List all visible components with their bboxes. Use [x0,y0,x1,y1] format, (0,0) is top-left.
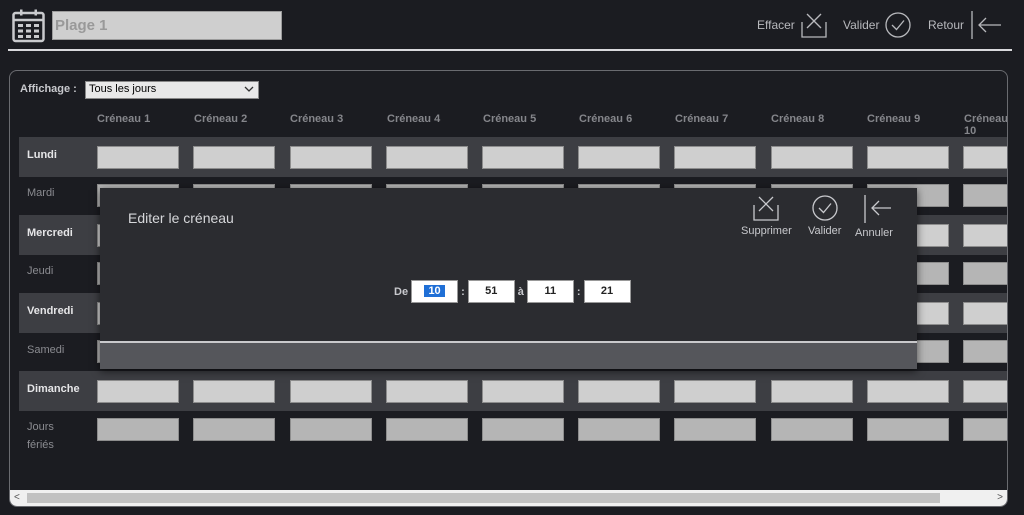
calendar-icon [12,9,45,43]
scroll-right-icon[interactable]: > [997,492,1003,503]
column-header: Créneau 10 [964,113,1008,137]
slot-cell[interactable] [867,380,949,403]
slot-cell[interactable] [482,146,564,169]
slot-cell[interactable] [674,146,756,169]
day-label-jeudi: Jeudi [27,265,54,277]
day-label-mercredi: Mercredi [27,227,73,239]
clear-label: Effacer [757,18,795,32]
slot-cell[interactable] [386,380,468,403]
column-header: Créneau 5 [483,113,537,125]
day-label-dimanche: Dimanche [27,383,80,395]
slot-cell[interactable] [963,224,1007,247]
cancel-button[interactable]: Annuler [855,194,893,239]
slot-cell[interactable] [963,302,1007,325]
slot-cell[interactable] [578,380,660,403]
column-header: Créneau 4 [387,113,441,125]
display-filter-select[interactable]: Tous les jours [85,81,259,99]
scroll-left-icon[interactable]: < [14,492,20,503]
slot-cell[interactable] [963,146,1007,169]
slot-cell[interactable] [963,418,1007,441]
slot-cell[interactable] [963,340,1007,363]
end-minute-input[interactable]: 21 [583,280,631,303]
slot-cell[interactable] [290,380,372,403]
delete-button[interactable]: Supprimer [741,194,792,237]
display-filter-label: Affichage : [20,83,77,95]
slot-cell[interactable] [578,418,660,441]
slot-cell[interactable] [290,418,372,441]
delete-x-box-icon [753,196,780,221]
day-label-lundi: Lundi [27,149,57,161]
end-hour-input[interactable]: 11 [526,280,574,303]
slot-cell[interactable] [193,380,275,403]
slot-cell[interactable] [386,146,468,169]
check-circle-icon [812,195,838,221]
dialog-title: Editer le créneau [128,210,234,226]
from-label: De [394,285,409,298]
horizontal-scrollbar[interactable]: < > [10,490,1007,506]
start-minute-input[interactable]: 51 [467,280,515,303]
slot-cell[interactable] [867,418,949,441]
slot-cell[interactable] [771,380,853,403]
arrow-left-icon [864,195,891,223]
slot-cell[interactable] [97,418,179,441]
column-header: Créneau 8 [771,113,825,125]
slot-cell[interactable] [290,146,372,169]
back-button[interactable]: Retour [928,10,1003,40]
clear-button[interactable]: Effacer [757,10,828,40]
schedule-name-input[interactable]: Plage 1 [52,11,282,40]
to-label: à [517,285,524,298]
dialog-footer [100,341,917,369]
colon-separator: : [576,285,581,298]
scrollbar-thumb[interactable] [27,493,940,503]
slot-cell[interactable] [482,380,564,403]
column-header: Créneau 6 [579,113,633,125]
chevron-down-icon [244,86,254,92]
slot-cell[interactable] [97,146,179,169]
slot-cell[interactable] [771,418,853,441]
day-label-jours-feries: Jours fériés [27,421,54,451]
top-bar: Plage 1 Effacer Valider Retour [0,0,1024,51]
start-hour-input[interactable]: 10 [411,280,459,303]
column-header: Créneau 3 [290,113,344,125]
slot-cell[interactable] [674,418,756,441]
day-label-vendredi: Vendredi [27,305,74,317]
slot-cell[interactable] [771,146,853,169]
column-header: Créneau 9 [867,113,921,125]
slot-cell[interactable] [193,418,275,441]
header-divider [8,49,1012,51]
slot-cell[interactable] [963,262,1007,285]
slot-cell[interactable] [963,184,1007,207]
check-circle-icon [885,12,912,38]
delete-label: Supprimer [741,225,792,237]
time-range-row: De 10 : 51 à 11 : 21 [394,280,631,303]
arrow-left-icon [971,11,1002,39]
slot-cell[interactable] [674,380,756,403]
day-label-mardi: Mardi [27,187,55,199]
dialog-validate-button[interactable]: Valider [808,194,841,237]
column-header: Créneau 1 [97,113,151,125]
column-header: Créneau 2 [194,113,248,125]
slot-cell[interactable] [482,418,564,441]
edit-slot-dialog: Editer le créneau Supprimer Valider Annu… [100,188,917,369]
slot-cell[interactable] [963,380,1007,403]
dialog-validate-label: Valider [808,225,842,237]
cancel-label: Annuler [855,227,893,239]
validate-button[interactable]: Valider [843,10,912,40]
slot-cell[interactable] [97,380,179,403]
colon-separator: : [461,285,465,298]
slot-cell[interactable] [386,418,468,441]
slot-cell[interactable] [578,146,660,169]
validate-label: Valider [843,18,880,32]
display-filter-value: Tous les jours [89,83,157,95]
slot-cell[interactable] [867,146,949,169]
day-label-samedi: Samedi [27,344,65,356]
slot-cell[interactable] [193,146,275,169]
back-label: Retour [928,18,965,32]
column-header: Créneau 7 [675,113,729,125]
clear-x-box-icon [801,13,827,38]
